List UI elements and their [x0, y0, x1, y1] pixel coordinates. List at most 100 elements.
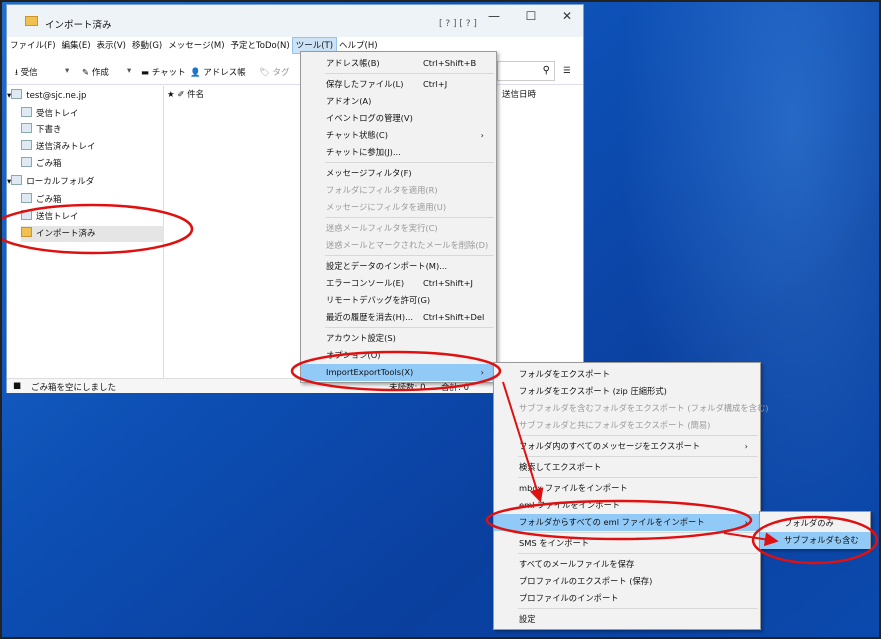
- folder-icon: [11, 89, 23, 99]
- menu-item-label: チャット状態(C): [326, 130, 388, 140]
- shortcut-label: Ctrl+Shift+J: [423, 278, 473, 288]
- menu-4[interactable]: メッセージ(M): [165, 38, 227, 53]
- maximize-button[interactable]: ☐: [514, 7, 548, 27]
- menu-1[interactable]: 編集(E): [59, 38, 94, 53]
- message-list-header: ★ ✐ 件名 送信日時: [167, 88, 536, 100]
- menu-item[interactable]: 設定: [494, 611, 760, 628]
- menu-item-label: 最近の履歴を消去(H)...: [326, 312, 414, 322]
- chevron-right-icon: ›: [480, 367, 484, 377]
- write-button[interactable]: ✎ 作成: [82, 66, 109, 78]
- search-input[interactable]: ⚲: [497, 61, 555, 81]
- menu-item[interactable]: mbox ファイルをインポート: [494, 480, 760, 497]
- folder-label: 送信トレイ: [36, 212, 79, 222]
- menu-item[interactable]: アドオン(A): [301, 93, 496, 110]
- folder-item[interactable]: 受信トレイ: [21, 106, 164, 122]
- status-text: ごみ箱を空にしました: [31, 383, 117, 393]
- menu-separator: [325, 217, 494, 218]
- menu-3[interactable]: 移動(G): [129, 38, 165, 53]
- minimize-button[interactable]: —: [477, 7, 511, 27]
- folder-item[interactable]: ▾ test@sjc.ne.jp: [7, 88, 164, 104]
- menu-item[interactable]: エラーコンソール(E) Ctrl+Shift+J: [301, 275, 496, 292]
- menu-item[interactable]: 保存したファイル(L) Ctrl+J: [301, 76, 496, 93]
- menu-item[interactable]: チャット状態(C) ›: [301, 127, 496, 144]
- chat-button[interactable]: ▬ チャット: [141, 66, 186, 78]
- menu-item-label: フォルダをエクスポート (zip 圧縮形式): [519, 386, 667, 396]
- folder-icon: [21, 157, 32, 167]
- folder-icon: [11, 175, 23, 185]
- folder-item[interactable]: ▾ ローカルフォルダ: [7, 174, 164, 190]
- shortcut-label: Ctrl+J: [423, 79, 448, 89]
- menu-item[interactable]: フォルダをエクスポート: [494, 366, 760, 383]
- menu-icon[interactable]: ☰: [563, 66, 571, 76]
- menu-item-label: フォルダをエクスポート: [519, 369, 611, 379]
- folder-label: インポート済み: [36, 229, 96, 239]
- menu-item-label: フォルダからすべての eml ファイルをインポート: [519, 517, 705, 527]
- menu-item[interactable]: eml ファイルをインポート: [494, 497, 760, 514]
- chevron-right-icon: ›: [744, 517, 748, 527]
- menu-item-label: イベントログの管理(V): [326, 113, 413, 123]
- menu-item[interactable]: 設定とデータのインポート(M)...: [301, 258, 496, 275]
- menu-5[interactable]: 予定とToDo(N): [228, 38, 293, 53]
- menu-item[interactable]: すべてのメールファイルを保存: [494, 556, 760, 573]
- folder-item[interactable]: ごみ箱: [21, 156, 164, 172]
- menu-item[interactable]: 最近の履歴を消去(H)... Ctrl+Shift+Del: [301, 309, 496, 326]
- menu-0[interactable]: ファイル(F): [7, 38, 59, 53]
- menu-item[interactable]: 迷惑メールとマークされたメールを削除(D): [301, 237, 496, 254]
- menu-item[interactable]: リモートデバッグを許可(G): [301, 292, 496, 309]
- menu-item[interactable]: メッセージフィルタ(F): [301, 165, 496, 182]
- menu-item[interactable]: オプション(O): [301, 347, 496, 364]
- menu-item-label: すべてのメールファイルを保存: [519, 559, 635, 569]
- thunderbird-window: インポート済み [ ? ] [ ? ] — ☐ ✕ ファイル(F) 編集(E) 表示…: [6, 4, 584, 393]
- folder-item[interactable]: 送信済みトレイ: [21, 139, 164, 155]
- menu-separator: [518, 553, 758, 554]
- column-icons[interactable]: ★ ✐ 件名: [167, 90, 204, 100]
- menu-item-label: メッセージにフィルタを適用(U): [326, 202, 447, 212]
- menu-item[interactable]: サブフォルダと共にフォルダをエクスポート (簡易): [494, 417, 760, 434]
- menu-item[interactable]: アカウント設定(S): [301, 330, 496, 347]
- date-column[interactable]: 送信日時: [502, 88, 536, 100]
- menu-separator: [325, 162, 494, 163]
- menu-item[interactable]: プロファイルのインポート: [494, 590, 760, 607]
- address-book-button[interactable]: 👤 アドレス帳: [190, 66, 246, 78]
- folder-icon: [25, 16, 38, 26]
- folder-item[interactable]: ごみ箱: [21, 192, 164, 208]
- menu-item-label: アドオン(A): [326, 96, 372, 106]
- menu-item[interactable]: フォルダからすべての eml ファイルをインポート ›: [494, 514, 760, 531]
- menu-item[interactable]: フォルダをエクスポート (zip 圧縮形式): [494, 383, 760, 400]
- close-button[interactable]: ✕: [550, 7, 584, 27]
- menu-separator: [518, 456, 758, 457]
- menu-item[interactable]: フォルダのみ: [760, 515, 870, 532]
- menu-separator: [518, 608, 758, 609]
- folder-item[interactable]: 送信トレイ: [21, 209, 164, 225]
- chevron-down-icon[interactable]: ▾: [127, 66, 131, 76]
- menu-item[interactable]: ImportExportTools(X) ›: [301, 364, 496, 381]
- menu-item-label: エラーコンソール(E): [326, 278, 405, 288]
- menu-item[interactable]: チャットに参加(J)...: [301, 144, 496, 161]
- folder-label: ごみ箱: [36, 159, 62, 169]
- menu-item-label: アドレス帳(B): [326, 58, 380, 68]
- menu-item[interactable]: 検索してエクスポート: [494, 459, 760, 476]
- menu-item[interactable]: イベントログの管理(V): [301, 110, 496, 127]
- import-eml-submenu: フォルダのみ サブフォルダも含む: [759, 511, 871, 549]
- menu-separator: [518, 477, 758, 478]
- menu-separator: [518, 435, 758, 436]
- menu-item[interactable]: サブフォルダも含む: [760, 532, 870, 549]
- menu-item[interactable]: メッセージにフィルタを適用(U): [301, 199, 496, 216]
- folder-item[interactable]: 下書き: [21, 122, 164, 138]
- chevron-down-icon[interactable]: ▾: [65, 66, 69, 76]
- tag-button[interactable]: 🏷 タグ: [259, 66, 290, 78]
- menu-item-label: オプション(O): [326, 350, 381, 360]
- menu-2[interactable]: 表示(V): [94, 38, 129, 53]
- menu-item[interactable]: サブフォルダを含むフォルダをエクスポート (フォルダ構成を含む): [494, 400, 768, 417]
- folder-item[interactable]: インポート済み: [21, 226, 164, 242]
- menu-item[interactable]: SMS をインポート: [494, 535, 760, 552]
- menu-item-label: プロファイルのエクスポート (保存): [519, 576, 653, 586]
- menu-item[interactable]: プロファイルのエクスポート (保存): [494, 573, 760, 590]
- menu-item[interactable]: フォルダにフィルタを適用(R): [301, 182, 496, 199]
- menu-item[interactable]: アドレス帳(B) Ctrl+Shift+B: [301, 55, 496, 72]
- menu-item[interactable]: フォルダ内のすべてのメッセージをエクスポート ›: [494, 438, 760, 455]
- chevron-right-icon: ›: [744, 441, 748, 451]
- menu-item-label: チャットに参加(J)...: [326, 147, 401, 157]
- get-mail-button[interactable]: ⭳ 受信: [15, 66, 38, 81]
- menu-item[interactable]: 迷惑メールフィルタを実行(C): [301, 220, 496, 237]
